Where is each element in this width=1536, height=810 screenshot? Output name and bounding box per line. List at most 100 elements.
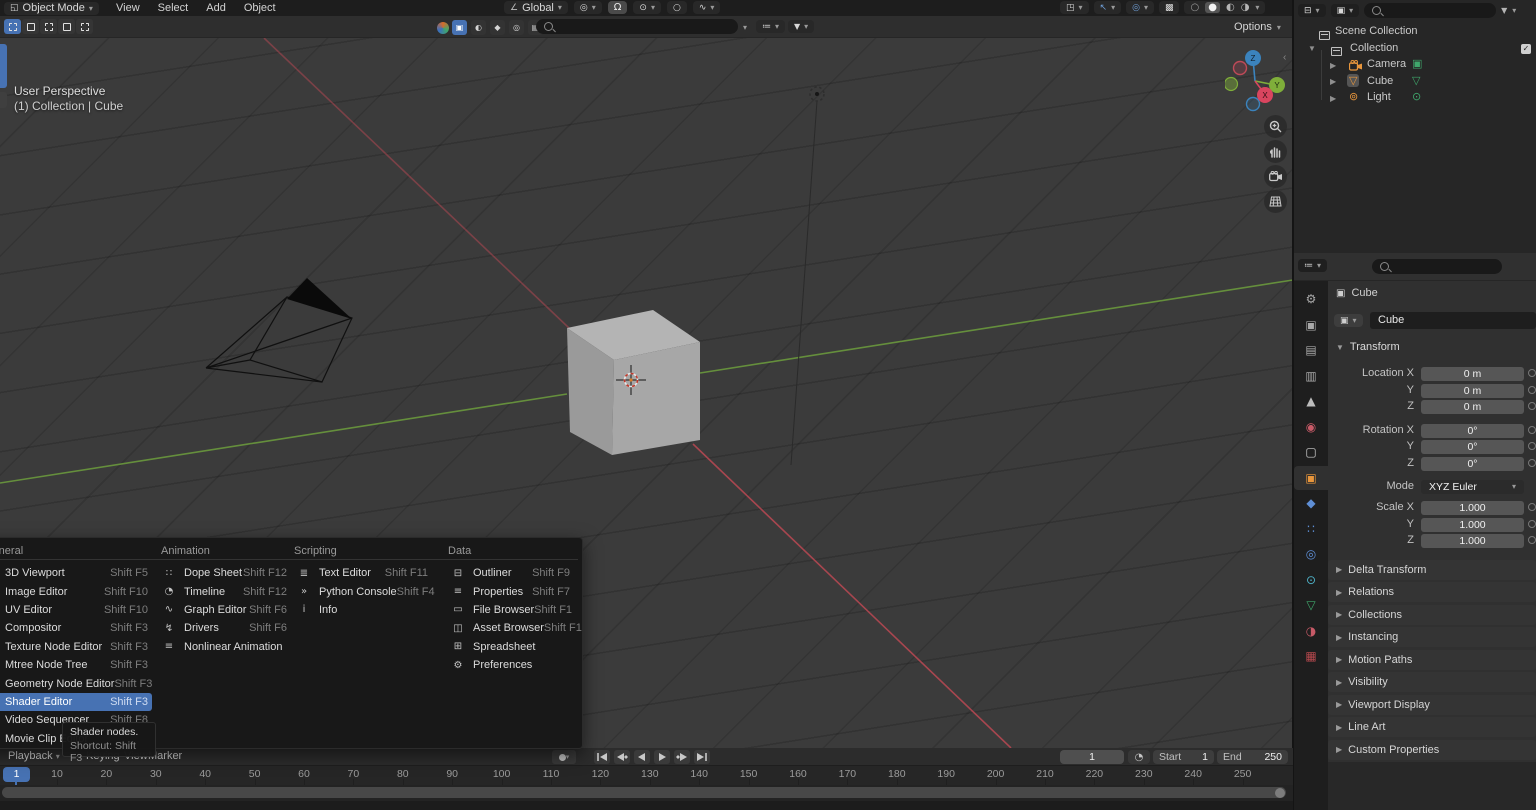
panel-instancing[interactable]: ▶Instancing [1328, 627, 1536, 647]
menu-item-3d-viewport[interactable]: ▣3D ViewportShift F5 [0, 564, 152, 582]
select-mode-invert[interactable] [58, 19, 75, 34]
viewport-menu-select[interactable]: Select [154, 2, 193, 14]
panel-line-art[interactable]: ▶Line Art [1328, 717, 1536, 737]
current-frame-badge[interactable]: 1 [3, 767, 30, 782]
outliner-row-collection[interactable]: ▼Collection✓ [1294, 41, 1536, 57]
decorator-keyframe-icon[interactable] [1528, 520, 1536, 528]
xray-toggle[interactable]: ▩ [1159, 1, 1180, 14]
select-mode-extend[interactable] [22, 19, 39, 34]
object-name-field[interactable]: Cube [1370, 312, 1536, 329]
search-options-chevron[interactable]: ▾ [743, 23, 747, 32]
properties-tab-output[interactable]: ▤ [1294, 338, 1328, 362]
auto-keying-button[interactable]: ▾ [552, 750, 576, 764]
timeline-scrollbar[interactable] [2, 787, 1286, 798]
decorator-keyframe-icon[interactable] [1528, 369, 1536, 377]
menu-item-mtree-node-tree[interactable]: ∷Mtree Node TreeShift F3 [0, 656, 152, 674]
menu-item-drivers[interactable]: ↯DriversShift F6 [159, 619, 291, 637]
properties-tab-tool[interactable]: ⚙ [1294, 287, 1328, 311]
rotation-mode-dropdown[interactable]: XYZ Euler▾ [1421, 480, 1524, 494]
current-frame-field[interactable]: 1 [1060, 750, 1124, 764]
pivot-point-dropdown[interactable]: ◎▾ [574, 1, 602, 14]
menu-item-timeline[interactable]: ◔TimelineShift F12 [159, 582, 291, 600]
menu-item-dope-sheet[interactable]: ∷Dope SheetShift F12 [159, 564, 291, 582]
transform-panel-header[interactable]: ▼Transform [1328, 341, 1536, 353]
active-tool-button[interactable] [0, 44, 7, 88]
pan-hand-button[interactable] [1264, 140, 1287, 163]
panel-visibility[interactable]: ▶Visibility [1328, 672, 1536, 692]
material-shading-icon[interactable]: ◐ [1226, 2, 1235, 13]
menu-item-preferences[interactable]: ⚙Preferences [446, 656, 574, 674]
select-mode-intersect[interactable] [76, 19, 93, 34]
display-list-dropdown[interactable]: ≔▾ [756, 20, 785, 33]
decorator-keyframe-icon[interactable] [1528, 402, 1536, 410]
properties-tab-collection[interactable]: ▢ [1294, 440, 1328, 464]
properties-tab-world[interactable]: ◉ [1294, 415, 1328, 439]
menu-item-compositor[interactable]: ◉CompositorShift F3 [0, 619, 152, 637]
toolbar-search-input[interactable] [536, 19, 738, 34]
play-button[interactable] [654, 750, 670, 764]
menu-item-info[interactable]: iInfo [292, 601, 432, 619]
panel-collections[interactable]: ▶Collections [1328, 605, 1536, 625]
transform-value-field[interactable]: 0 m [1421, 367, 1524, 381]
outliner-row-light[interactable]: ▶⊚Light⊙ [1294, 90, 1536, 106]
navigation-gizmo[interactable]: Z Y X [1225, 45, 1287, 115]
menu-item-shader-editor[interactable]: ◐Shader EditorShift F3 [0, 693, 152, 711]
timeline-menu-playback[interactable]: Playback ▾ [8, 750, 60, 762]
properties-search-input[interactable] [1372, 259, 1502, 274]
toggle-a[interactable]: ◐ [471, 20, 486, 35]
solid-shading-icon[interactable]: ● [1205, 2, 1220, 13]
menu-item-text-editor[interactable]: ≣Text EditorShift F11 [292, 564, 432, 582]
outliner-filter-icon[interactable]: ▼ [1501, 6, 1507, 15]
jump-to-end-button[interactable] [694, 750, 710, 764]
menu-item-geometry-node-editor[interactable]: ◫Geometry Node EditorShift F3 [0, 674, 152, 692]
properties-tab-particles[interactable]: ∷ [1294, 517, 1328, 541]
panel-viewport-display[interactable]: ▶Viewport Display [1328, 695, 1536, 715]
viewport-menu-object[interactable]: Object [240, 2, 280, 14]
show-hide-dropdown[interactable]: ◳▾ [1060, 1, 1089, 14]
wireframe-shading-icon[interactable]: ○ [1190, 2, 1199, 13]
properties-tab-view-layer[interactable]: ▥ [1294, 364, 1328, 388]
proportional-falloff-dropdown[interactable]: ∿▾ [693, 1, 721, 14]
properties-tab-texture[interactable]: ▦ [1294, 644, 1328, 668]
ortho-toggle-button[interactable] [1264, 190, 1287, 213]
viewport-menu-add[interactable]: Add [202, 2, 230, 14]
transform-value-field[interactable]: 1.000 [1421, 518, 1524, 532]
outliner-row-scene-collection[interactable]: Scene Collection [1294, 24, 1536, 40]
use-preview-range-button[interactable]: ◔ [1128, 750, 1150, 764]
select-mode-subtract[interactable] [40, 19, 57, 34]
snap-toggle[interactable]: Ω [608, 1, 628, 14]
toggle-b[interactable]: ◆ [490, 20, 505, 35]
decorator-keyframe-icon[interactable] [1528, 459, 1536, 467]
outliner-row-cube[interactable]: ▶▽Cube▽ [1294, 74, 1536, 90]
rendered-shading-icon[interactable]: ◑ [1241, 2, 1250, 13]
properties-tab-object[interactable]: ▣ [1294, 466, 1328, 490]
overlays-dropdown[interactable]: ◎▾ [1126, 1, 1154, 14]
expand-open-icon[interactable]: ▼ [1308, 44, 1320, 53]
panel-delta-transform[interactable]: ▶Delta Transform [1328, 560, 1536, 580]
outliner-search-input[interactable] [1364, 3, 1496, 18]
previous-keyframe-button[interactable] [614, 750, 630, 764]
transform-orientation-dropdown[interactable]: ∠ Global ▾ [504, 1, 568, 14]
camera-view-button[interactable] [1264, 165, 1287, 188]
proportional-editing-toggle[interactable]: ○ [667, 1, 687, 14]
properties-tab-scene[interactable]: ▲ [1294, 389, 1328, 413]
transform-value-field[interactable]: 1.000 [1421, 501, 1524, 515]
decorator-keyframe-icon[interactable] [1528, 442, 1536, 450]
viewport-menu-view[interactable]: View [112, 2, 144, 14]
properties-tab-modifiers[interactable]: ◆ [1294, 491, 1328, 515]
texture-paint-toggle[interactable]: ▣ [452, 20, 467, 35]
menu-item-python-console[interactable]: »Python ConsoleShift F4 [292, 582, 432, 600]
menu-item-asset-browser[interactable]: ◫Asset BrowserShift F1 [446, 619, 574, 637]
decorator-keyframe-icon[interactable] [1528, 536, 1536, 544]
transform-value-field[interactable]: 0 m [1421, 384, 1524, 398]
snap-settings-dropdown[interactable]: ⊙▾ [633, 1, 661, 14]
scrollbar-knob[interactable] [1275, 788, 1285, 798]
collection-checkbox-icon[interactable]: ✓ [1521, 44, 1531, 54]
outliner-row-camera[interactable]: ▶Camera▣ [1294, 57, 1536, 73]
menu-item-file-browser[interactable]: ▭File BrowserShift F1 [446, 601, 574, 619]
timeline-ruler[interactable]: 1 10203040506070809010011012013014015016… [0, 766, 1293, 785]
properties-editor-type-dropdown[interactable]: ≔▾ [1298, 259, 1327, 272]
filter-dropdown[interactable]: ▼▾ [788, 20, 814, 33]
play-reverse-button[interactable] [634, 750, 650, 764]
transform-value-field[interactable]: 0 m [1421, 400, 1524, 414]
